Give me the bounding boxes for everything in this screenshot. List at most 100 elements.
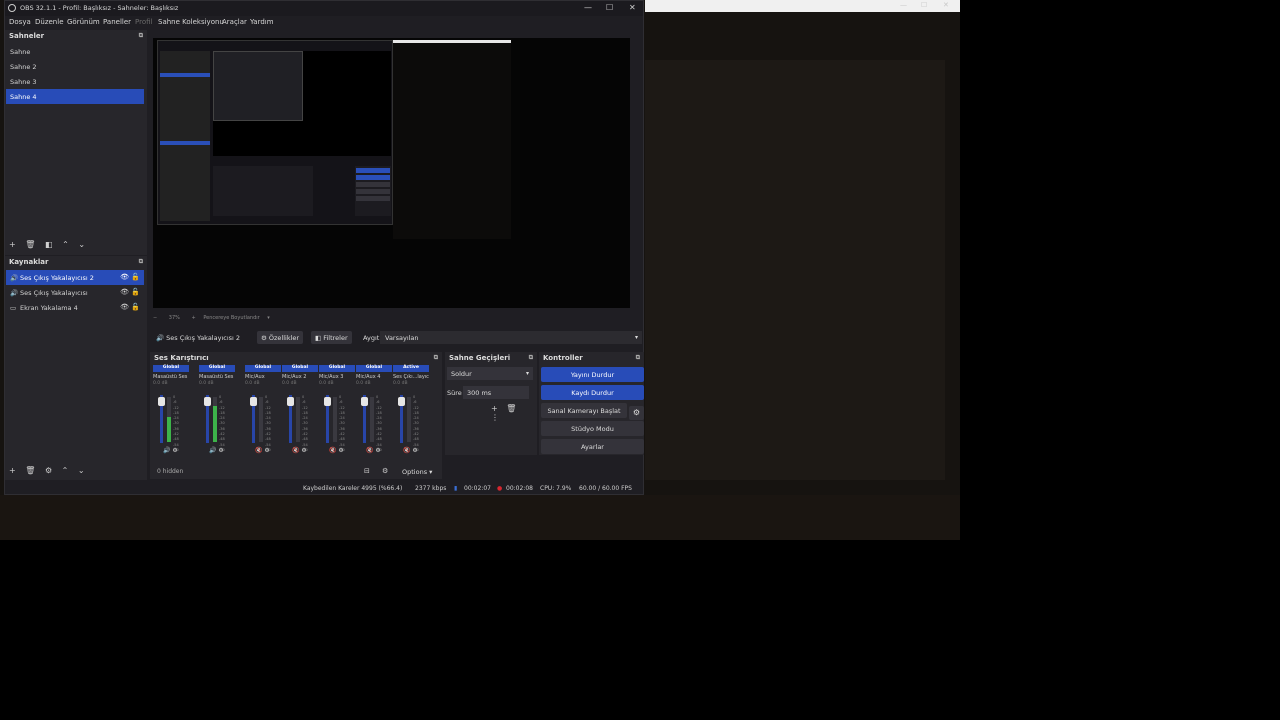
menu-docks[interactable]: Paneller (103, 18, 131, 26)
volume-slider-handle[interactable] (287, 397, 294, 406)
virtual-camera-settings-button[interactable]: ⚙ (629, 406, 644, 420)
more-icon[interactable]: ⋮ (491, 413, 499, 422)
minimize-button[interactable]: — (584, 3, 592, 12)
channel-menu-icon[interactable]: ⚙ (375, 447, 380, 454)
channel-badge: Global (356, 365, 392, 372)
settings-button[interactable]: Ayarlar (541, 439, 644, 454)
menu-scene-collection[interactable]: Sahne Koleksiyonu (158, 18, 224, 26)
move-up-icon[interactable]: ⌃ (62, 466, 69, 475)
channel-name[interactable]: Mic/Aux 2 (282, 374, 318, 380)
undock-icon[interactable]: ⧉ (529, 354, 533, 362)
layout-toggle-icon[interactable]: ⊟ (364, 467, 370, 475)
move-up-icon[interactable]: ⌃ (62, 240, 69, 249)
channel-name[interactable]: Masaüstü Ses (153, 374, 189, 380)
menu-help[interactable]: Yardım (250, 18, 274, 26)
preview-canvas[interactable] (153, 38, 630, 308)
channel-menu-icon[interactable]: ⚙ (172, 447, 177, 454)
menu-tools[interactable]: Araçlar (222, 18, 247, 26)
gear-icon[interactable]: ⚙ (45, 466, 52, 475)
volume-slider-handle[interactable] (361, 397, 368, 406)
source-item[interactable]: 🔊 Ses Çıkış Yakalayıcısı 👁 🔓 (6, 285, 144, 300)
scene-item[interactable]: Sahne 3 (6, 74, 144, 89)
volume-slider-handle[interactable] (204, 397, 211, 406)
bg-close-button[interactable]: ✕ (943, 1, 949, 9)
menu-view[interactable]: Görünüm (67, 18, 100, 26)
volume-slider-handle[interactable] (158, 397, 165, 406)
volume-slider-handle[interactable] (324, 397, 331, 406)
undock-icon[interactable]: ⧉ (434, 354, 438, 362)
source-item-selected[interactable]: 🔊 Ses Çıkış Yakalayıcısı 2 👁 🔓 (6, 270, 144, 285)
eye-icon[interactable]: 👁 (120, 303, 129, 311)
volume-slider-handle[interactable] (250, 397, 257, 406)
speaker-muted-icon[interactable]: 🔇 (366, 447, 373, 454)
speaker-muted-icon[interactable]: 🔇 (403, 447, 410, 454)
bg-minimize-button[interactable]: — (900, 1, 907, 9)
start-virtual-camera-button[interactable]: Sanal Kamerayı Başlat (541, 403, 627, 418)
zoom-fit-label[interactable]: Pencereye Boyutlandır (203, 315, 259, 321)
undock-icon[interactable]: ⧉ (636, 354, 640, 362)
trash-icon[interactable]: 🗑 (25, 240, 35, 249)
add-icon[interactable]: + (9, 240, 16, 249)
eye-icon[interactable]: 👁 (120, 273, 129, 281)
hidden-count: 0 hidden (157, 468, 184, 475)
scene-item-selected[interactable]: Sahne 4 (6, 89, 144, 104)
chevron-down-icon[interactable]: ▾ (267, 315, 270, 321)
stop-record-button[interactable]: Kaydı Durdur (541, 385, 644, 400)
lock-icon[interactable]: 🔓 (131, 288, 140, 296)
preview-zoom-bar: − 37% + Pencereye Boyutlandır ▾ (153, 315, 270, 325)
properties-button[interactable]: ⚙ Özellikler (257, 331, 304, 344)
speaker-icon[interactable]: 🔊 (209, 447, 216, 454)
background-window-titlebar[interactable]: — ☐ ✕ (645, 0, 960, 12)
source-item[interactable]: ▭ Ekran Yakalama 4 👁 🔓 (6, 300, 144, 315)
device-select[interactable]: Varsayılan ▾ (380, 331, 642, 344)
scene-item[interactable]: Sahne 2 (6, 59, 144, 74)
undock-icon[interactable]: ⧉ (139, 32, 143, 40)
menu-edit[interactable]: Düzenle (35, 18, 64, 26)
channel-menu-icon[interactable]: ⚙ (301, 447, 306, 454)
speaker-icon[interactable]: 🔊 (163, 447, 170, 454)
lock-icon[interactable]: 🔓 (131, 303, 140, 311)
channel-menu-icon[interactable]: ⚙ (412, 447, 417, 454)
speaker-muted-icon[interactable]: 🔇 (255, 447, 262, 454)
scenes-toolbar: + 🗑 ◧ ⌃ ⌄ (9, 240, 92, 252)
channel-menu-icon[interactable]: ⚙ (264, 447, 269, 454)
speaker-muted-icon[interactable]: 🔇 (292, 447, 299, 454)
maximize-button[interactable]: ☐ (606, 3, 613, 12)
channel-name[interactable]: Mic/Aux (245, 374, 281, 380)
channel-icons: 🔇 ⚙ (366, 447, 381, 454)
stop-stream-button[interactable]: Yayını Durdur (541, 367, 644, 382)
lock-icon[interactable]: 🔓 (131, 273, 140, 281)
filters-button[interactable]: ◧ Filtreler (311, 331, 352, 344)
mixer-options-button[interactable]: Options ▾ (402, 468, 432, 476)
channel-name[interactable]: Ses Çıkı...layıcısı (393, 374, 429, 380)
undock-icon[interactable]: ⧉ (139, 258, 143, 266)
window-titlebar[interactable]: OBS 32.1.1 - Profil: Başlıksız - Sahnele… (5, 1, 643, 16)
channel-menu-icon[interactable]: ⚙ (338, 447, 343, 454)
channel-name[interactable]: Mic/Aux 3 (319, 374, 355, 380)
menu-file[interactable]: Dosya (9, 18, 31, 26)
studio-mode-button[interactable]: Stüdyo Modu (541, 421, 644, 436)
scene-item[interactable]: Sahne (6, 44, 144, 59)
channel-name[interactable]: Masaüstü Ses 2 (199, 374, 235, 380)
filters-icon[interactable]: ◧ (45, 240, 53, 249)
bg-maximize-button[interactable]: ☐ (921, 1, 927, 9)
transition-select[interactable]: Soldur ▾ (447, 367, 533, 380)
zoom-in-icon[interactable]: + (192, 315, 196, 321)
channel-menu-icon[interactable]: ⚙ (218, 447, 223, 454)
duration-input[interactable]: 300 ms (463, 386, 529, 399)
move-down-icon[interactable]: ⌄ (78, 466, 85, 475)
close-button[interactable]: ✕ (629, 3, 636, 12)
add-icon[interactable]: + (491, 404, 498, 413)
zoom-out-icon[interactable]: − (153, 315, 157, 321)
mixer-settings-icon[interactable]: ⚙ (382, 467, 388, 475)
channel-name[interactable]: Mic/Aux 4 (356, 374, 392, 380)
volume-slider-handle[interactable] (398, 397, 405, 406)
trash-icon[interactable]: 🗑 (25, 466, 35, 475)
speaker-muted-icon[interactable]: 🔇 (329, 447, 336, 454)
add-icon[interactable]: + (9, 466, 16, 475)
eye-icon[interactable]: 👁 (120, 288, 129, 296)
filter-icon: ◧ (315, 334, 324, 342)
trash-icon[interactable]: 🗑 (506, 404, 516, 413)
move-down-icon[interactable]: ⌄ (78, 240, 85, 249)
menu-profile[interactable]: Profil (135, 18, 152, 26)
